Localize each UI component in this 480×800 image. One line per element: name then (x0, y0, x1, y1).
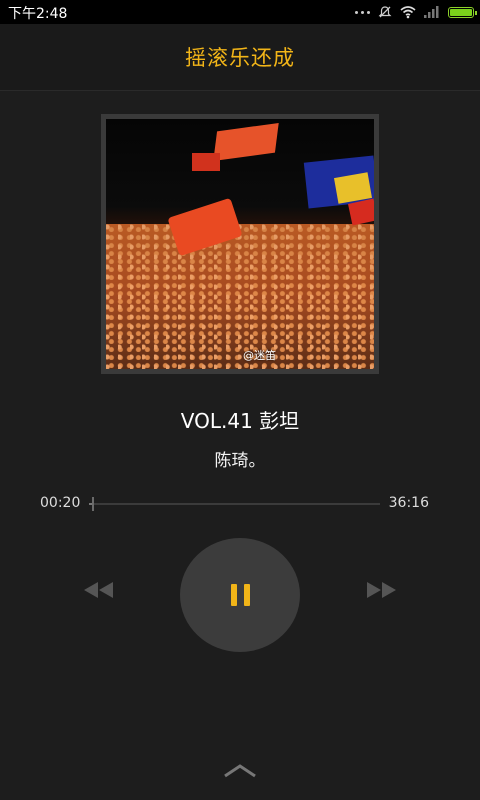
total-time: 36:16 (388, 495, 429, 511)
page-title: 摇滚乐还成 (185, 46, 295, 70)
progress-row: 00:20 36:16 (0, 492, 480, 516)
pause-button[interactable] (180, 538, 300, 652)
rewind-button[interactable] (82, 578, 116, 602)
battery-icon (448, 6, 477, 18)
status-bar: 下午2:48 (0, 0, 480, 24)
chevron-up-icon[interactable] (222, 760, 258, 780)
flag-graphic (213, 122, 279, 162)
signal-dots-icon (355, 10, 370, 14)
album-cover-image: @迷笛 (106, 119, 374, 369)
album-art: @迷笛 (101, 114, 379, 374)
elapsed-time: 00:20 (40, 495, 81, 511)
fast-forward-icon (367, 582, 396, 598)
rewind-icon (84, 582, 113, 598)
header-bar: 摇滚乐还成 (0, 24, 480, 91)
seek-thumb[interactable] (91, 497, 94, 511)
image-watermark: @迷笛 (243, 349, 276, 362)
wifi-icon (400, 6, 416, 19)
crowd-graphic (106, 224, 374, 369)
mute-icon (378, 6, 392, 18)
signal-bars-icon (424, 6, 439, 18)
track-title: VOL.41 彭坦 (180, 409, 300, 433)
flag-graphic (347, 198, 374, 226)
flag-graphic (192, 153, 220, 171)
seek-bar[interactable] (89, 497, 380, 511)
status-time: 下午2:48 (8, 6, 68, 22)
track-artist: 陈琦。 (214, 451, 266, 471)
pause-icon (230, 584, 250, 606)
fast-forward-button[interactable] (364, 578, 398, 602)
status-icons (355, 3, 477, 21)
